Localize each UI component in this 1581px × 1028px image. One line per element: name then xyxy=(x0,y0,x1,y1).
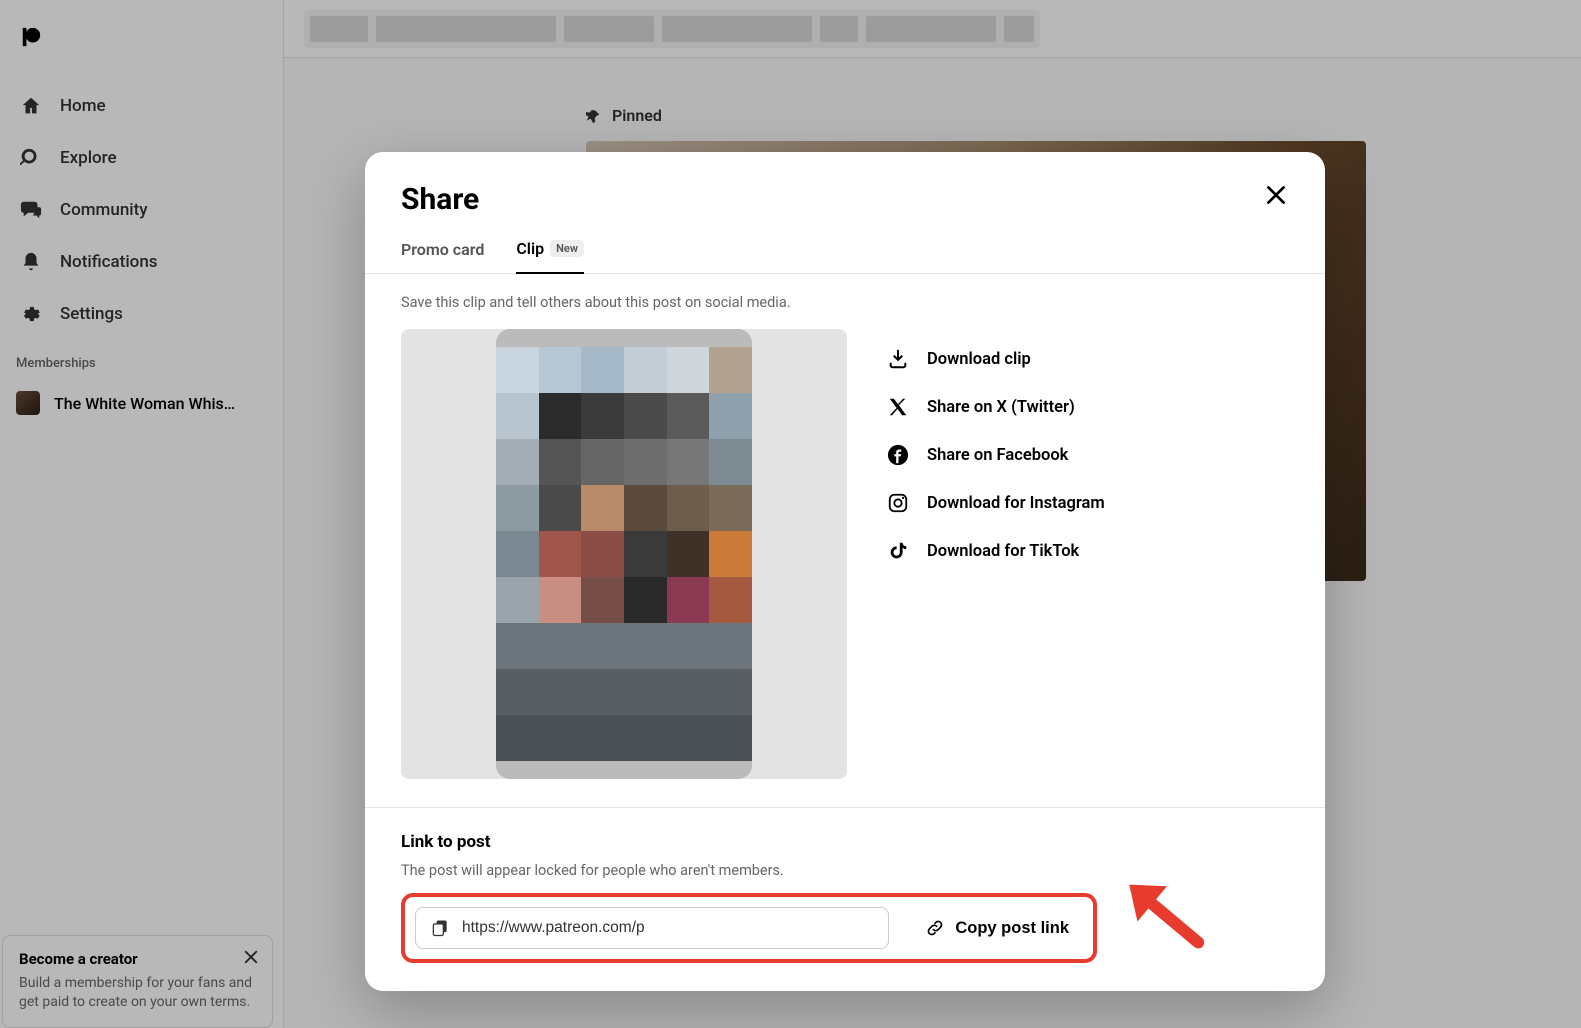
facebook-icon xyxy=(887,444,909,466)
share-facebook-button[interactable]: Share on Facebook xyxy=(887,431,1289,479)
link-section-desc: The post will appear locked for people w… xyxy=(401,862,1289,879)
link-input-wrap[interactable] xyxy=(415,907,889,949)
tab-promo-card[interactable]: Promo card xyxy=(401,239,484,273)
link-icon xyxy=(925,918,945,938)
tabs: Promo card Clip New xyxy=(365,217,1325,274)
clip-preview xyxy=(401,329,847,779)
badge-new: New xyxy=(550,240,584,257)
link-section-title: Link to post xyxy=(401,832,1289,852)
download-tiktok-button[interactable]: Download for TikTok xyxy=(887,527,1289,575)
modal-title: Share xyxy=(401,182,479,217)
share-options: Download clip Share on X (Twitter) Share… xyxy=(887,329,1289,575)
copy-post-link-button[interactable]: Copy post link xyxy=(911,908,1083,948)
share-x-button[interactable]: Share on X (Twitter) xyxy=(887,383,1289,431)
helper-text: Save this clip and tell others about thi… xyxy=(401,294,1289,311)
instagram-icon xyxy=(887,492,909,514)
download-icon xyxy=(887,348,909,370)
download-clip-button[interactable]: Download clip xyxy=(887,335,1289,383)
close-button[interactable] xyxy=(1263,182,1289,208)
x-icon xyxy=(887,396,909,418)
download-instagram-button[interactable]: Download for Instagram xyxy=(887,479,1289,527)
share-modal: Share Promo card Clip New Save this clip… xyxy=(365,152,1325,991)
tiktok-icon xyxy=(887,540,909,562)
link-row-highlight: Copy post link xyxy=(401,893,1097,963)
tab-clip[interactable]: Clip New xyxy=(516,239,584,274)
link-url-input[interactable] xyxy=(462,919,874,937)
copy-icon xyxy=(430,918,450,938)
